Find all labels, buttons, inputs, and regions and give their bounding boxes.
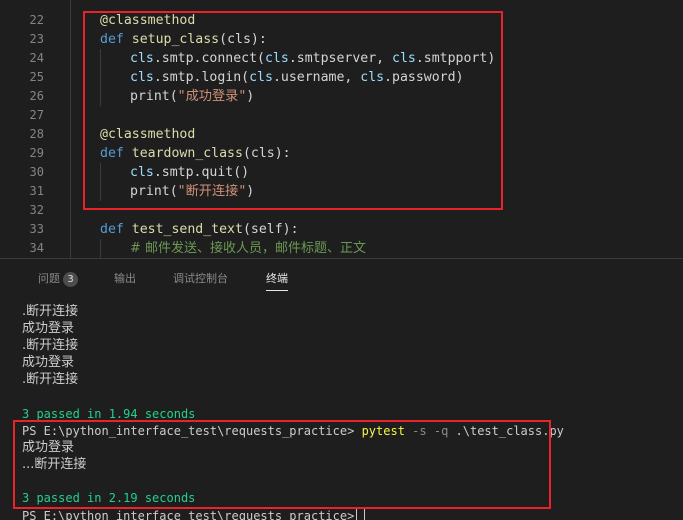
code-token: (cls): (219, 32, 267, 47)
code-content[interactable]: @classmethod def setup_class(cls): cls.s… (0, 0, 683, 258)
keyword-token: def (100, 146, 124, 161)
code-token: .smtpserver, (288, 51, 393, 66)
bottom-panel: 问题 3 输出 调试控制台 终端 .断开连接 成功登录 .断开连接 成功登录 .断… (0, 258, 683, 520)
code-line-24: cls.smtp.connect(cls.smtpserver, cls.smt… (130, 49, 495, 68)
code-line-26: print("成功登录") (130, 87, 254, 106)
code-token: .smtp.login( (153, 70, 250, 85)
code-token: ) (246, 184, 255, 199)
code-token: .username, (272, 70, 361, 85)
code-line-28: @classmethod (100, 125, 195, 144)
decorator-token: @classmethod (100, 127, 196, 142)
code-line-29: def teardown_class(cls): (100, 144, 291, 163)
tab-label: 输出 (114, 272, 136, 285)
code-line-22: @classmethod (100, 11, 195, 30)
cls-token: cls (130, 51, 154, 66)
code-token: (self): (242, 222, 299, 237)
code-line-23: def setup_class(cls): (100, 30, 267, 49)
code-token: ) (246, 89, 255, 104)
command-argument: .\test_class.py (455, 424, 564, 438)
code-token: .smtp.quit() (153, 165, 250, 180)
function-name-token: teardown_class (131, 146, 243, 161)
code-token: .smtpport) (415, 51, 496, 66)
command-flags: -s -q (412, 424, 449, 438)
terminal-line: ...断开连接 (22, 457, 87, 472)
string-token: "断开连接" (177, 184, 247, 199)
keyword-token: def (100, 32, 124, 47)
code-token: .password) (384, 70, 464, 85)
terminal-line: 成功登录 (22, 440, 75, 455)
cls-token: cls (130, 70, 154, 85)
cls-token: cls (360, 70, 385, 85)
code-token: .smtp.connect( (153, 51, 265, 66)
terminal-cursor (356, 507, 366, 520)
terminal-line: 成功登录 (22, 355, 75, 370)
code-line-33: def test_send_text(self): (100, 220, 299, 239)
test-summary-line: 3 passed in 1.94 seconds (22, 407, 196, 421)
code-line-25: cls.smtp.login(cls.username, cls.passwor… (130, 68, 464, 87)
problems-count-badge: 3 (63, 271, 78, 287)
panel-tabs: 问题 3 输出 调试控制台 终端 (0, 259, 683, 299)
keyword-token: def (100, 222, 124, 237)
terminal-command-line: PS E:\python_interface_test\requests_pra… (22, 423, 564, 440)
cls-token: cls (392, 51, 416, 66)
terminal-prompt: PS E:\python_interface_test\requests_pra… (22, 424, 355, 438)
code-token: print( (130, 89, 178, 104)
terminal-line: .断开连接 (22, 304, 79, 319)
tab-terminal[interactable]: 终端 (266, 271, 288, 291)
function-name-token: setup_class (131, 32, 220, 47)
decorator-token: @classmethod (100, 13, 196, 28)
code-line-34: # 邮件发送、接收人员，邮件标题、正文 (130, 239, 366, 258)
tab-label: 调试控制台 (173, 272, 228, 285)
tab-label: 问题 (38, 272, 60, 285)
function-name-token: test_send_text (131, 222, 243, 237)
cls-token: cls (249, 70, 273, 85)
terminal-line: 成功登录 (22, 321, 75, 336)
code-line-31: print("断开连接") (130, 182, 254, 201)
tab-debug-console[interactable]: 调试控制台 (173, 271, 228, 287)
cls-token: cls (130, 165, 154, 180)
code-token: print( (130, 184, 178, 199)
cls-token: cls (264, 51, 289, 66)
command-name: pytest (361, 424, 405, 438)
string-token: "成功登录" (177, 89, 247, 104)
test-summary-line: 3 passed in 2.19 seconds (22, 491, 196, 505)
code-editor[interactable]: 22 23 24 25 26 27 28 29 30 31 32 33 34 @… (0, 0, 683, 258)
terminal-prompt-line[interactable]: PS E:\python_interface_test\requests_pra… (22, 507, 366, 520)
tab-output[interactable]: 输出 (114, 271, 136, 287)
code-token: (cls): (242, 146, 291, 161)
tab-problems[interactable]: 问题 3 (38, 271, 78, 287)
active-tab-indicator (266, 290, 288, 291)
terminal-line: .断开连接 (22, 372, 79, 387)
terminal[interactable]: .断开连接 成功登录 .断开连接 成功登录 .断开连接 3 passed in … (0, 299, 683, 520)
terminal-prompt: PS E:\python_interface_test\requests_pra… (22, 509, 355, 520)
code-line-30: cls.smtp.quit() (130, 163, 249, 182)
tab-label: 终端 (266, 272, 288, 285)
terminal-line: .断开连接 (22, 338, 79, 353)
comment-token: # 邮件发送、接收人员，邮件标题、正文 (130, 241, 367, 256)
